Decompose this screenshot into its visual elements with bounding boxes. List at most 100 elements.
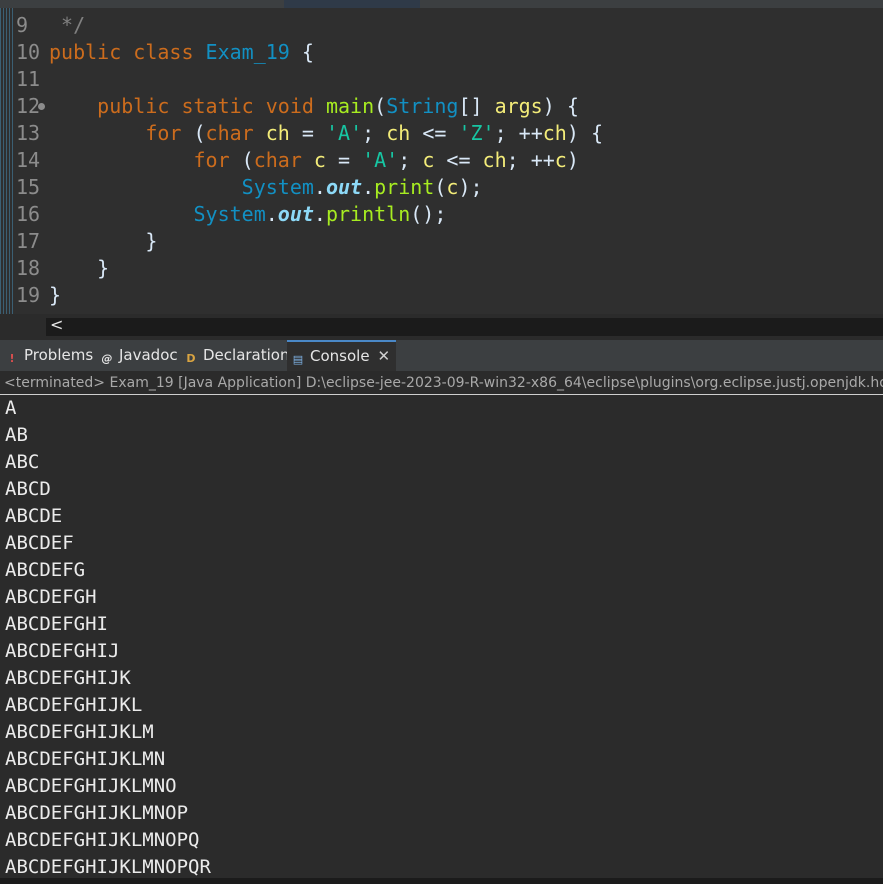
view-tab-strip: ! Problems @ Javadoc D Declaration ▤ Console… bbox=[0, 340, 883, 371]
horizontal-scrollbar[interactable]: < bbox=[0, 314, 883, 338]
code-token: (); bbox=[410, 202, 447, 226]
scroll-left-arrow-icon[interactable]: < bbox=[50, 315, 64, 335]
console-output-line: AB bbox=[5, 424, 28, 446]
code-token: for bbox=[49, 121, 194, 145]
console-process-label: <terminated> Exam_19 [Java Application] … bbox=[4, 375, 883, 391]
code-token: } bbox=[49, 283, 62, 307]
line-number: 12 bbox=[16, 94, 41, 118]
code-token: = bbox=[325, 148, 363, 172]
fold-marker-icon[interactable] bbox=[38, 103, 45, 110]
console-output-line: ABCDEFGHIJ bbox=[5, 640, 120, 662]
code-text: } bbox=[49, 228, 157, 255]
code-token: Exam_19 bbox=[205, 40, 290, 64]
code-token: . bbox=[362, 175, 375, 199]
code-text: System.out.println(); bbox=[49, 201, 446, 228]
declaration-icon: D bbox=[186, 352, 196, 365]
code-token: <= bbox=[434, 148, 483, 172]
editor-tab[interactable] bbox=[426, 0, 526, 8]
code-token: } bbox=[49, 229, 158, 253]
code-text: } bbox=[49, 255, 109, 282]
tab-label: Problems bbox=[24, 346, 94, 364]
code-token: */ bbox=[49, 13, 86, 37]
editor-tab-active[interactable] bbox=[284, 0, 420, 8]
tab-label: Javadoc bbox=[119, 346, 178, 364]
code-text: } bbox=[49, 282, 61, 309]
tab-problems[interactable]: ! Problems bbox=[5, 340, 93, 371]
code-token: 'A' bbox=[325, 121, 363, 145]
code-token: . bbox=[313, 202, 326, 226]
problems-icon: ! bbox=[9, 352, 15, 365]
code-token: ch bbox=[386, 121, 411, 145]
code-token: ( bbox=[434, 175, 447, 199]
console-output-line: ABCDEFGHIJKLM bbox=[5, 721, 154, 743]
code-token: out bbox=[277, 202, 314, 226]
code-token: ( bbox=[193, 121, 206, 145]
code-token: main bbox=[325, 94, 375, 118]
console-output-line: ABCDEFG bbox=[5, 559, 86, 581]
editor-tab[interactable] bbox=[150, 0, 270, 8]
code-token: c bbox=[422, 148, 435, 172]
code-text: */ bbox=[49, 12, 85, 39]
scrollbar-track[interactable] bbox=[46, 318, 883, 336]
code-token: [] bbox=[458, 94, 495, 118]
code-token: String bbox=[386, 94, 459, 118]
code-token: ) { bbox=[542, 94, 579, 118]
line-number: 10 bbox=[16, 40, 41, 64]
code-token: ch bbox=[542, 121, 567, 145]
console-output-line: ABCD bbox=[5, 478, 51, 500]
code-token: static bbox=[181, 94, 266, 118]
code-editor[interactable]: 9 */10 public class Exam_19 {11 12 public … bbox=[0, 8, 883, 314]
line-number: 17 bbox=[16, 229, 41, 253]
code-token: ; bbox=[362, 121, 387, 145]
code-token: class bbox=[133, 40, 206, 64]
tab-label: Console bbox=[310, 347, 370, 365]
code-token: ; ++ bbox=[494, 121, 543, 145]
console-output-line: ABCDE bbox=[5, 505, 63, 527]
code-text: for (char ch = 'A'; ch <= 'Z'; ++ch) { bbox=[49, 120, 603, 147]
console-output[interactable]: A AB ABC ABCD ABCDE ABCDEF ABCDEFG ABCDEFGH ABCD… bbox=[0, 395, 883, 878]
tab-label: Declaration bbox=[203, 346, 290, 364]
line-number: 11 bbox=[16, 67, 41, 91]
console-output-line: ABCDEFGHI bbox=[5, 613, 108, 635]
tab-console[interactable]: ▤ Console ✕ bbox=[287, 340, 397, 371]
code-token: System bbox=[49, 202, 266, 226]
line-number: 14 bbox=[16, 148, 41, 172]
code-token: System bbox=[49, 175, 314, 199]
code-token: c bbox=[313, 148, 326, 172]
javadoc-icon: @ bbox=[101, 352, 113, 365]
code-token: ; bbox=[398, 148, 423, 172]
code-token: void bbox=[265, 94, 326, 118]
editor-tab-strip bbox=[0, 0, 883, 8]
editor-tab[interactable] bbox=[10, 0, 140, 8]
code-token: for bbox=[49, 148, 242, 172]
code-token: 'A' bbox=[362, 148, 399, 172]
console-output-line: ABCDEFGHIJKLMNOPQR bbox=[5, 856, 211, 878]
code-token: public bbox=[49, 94, 182, 118]
line-number: 13 bbox=[16, 121, 41, 145]
code-text: System.out.print(c); bbox=[49, 174, 483, 201]
code-text: for (char c = 'A'; c <= ch; ++c) bbox=[49, 147, 578, 174]
console-icon: ▤ bbox=[292, 353, 304, 366]
code-token: ch bbox=[482, 148, 507, 172]
code-token: . bbox=[313, 175, 326, 199]
code-token: println bbox=[325, 202, 411, 226]
code-token: 'Z' bbox=[458, 121, 495, 145]
bottom-scrollbar[interactable] bbox=[0, 878, 883, 884]
console-output-line: ABCDEFGH bbox=[5, 586, 97, 608]
line-number: 15 bbox=[16, 175, 41, 199]
code-token: args bbox=[494, 94, 543, 118]
close-icon[interactable]: ✕ bbox=[378, 347, 391, 365]
tab-javadoc[interactable]: @ Javadoc bbox=[100, 340, 178, 371]
code-token: c bbox=[446, 175, 459, 199]
code-token: ( bbox=[374, 94, 387, 118]
console-output-line: ABCDEF bbox=[5, 532, 74, 554]
code-token: ( bbox=[241, 148, 254, 172]
code-token: ) { bbox=[566, 121, 603, 145]
console-output-line: ABC bbox=[5, 451, 40, 473]
console-output-line: ABCDEFGHIJKLMNO bbox=[5, 775, 177, 797]
line-number: 19 bbox=[16, 283, 41, 307]
console-output-line: ABCDEFGHIJKL bbox=[5, 694, 143, 716]
code-token: out bbox=[325, 175, 363, 199]
tab-declaration[interactable]: D Declaration bbox=[184, 340, 289, 371]
overview-ruler bbox=[0, 8, 14, 314]
